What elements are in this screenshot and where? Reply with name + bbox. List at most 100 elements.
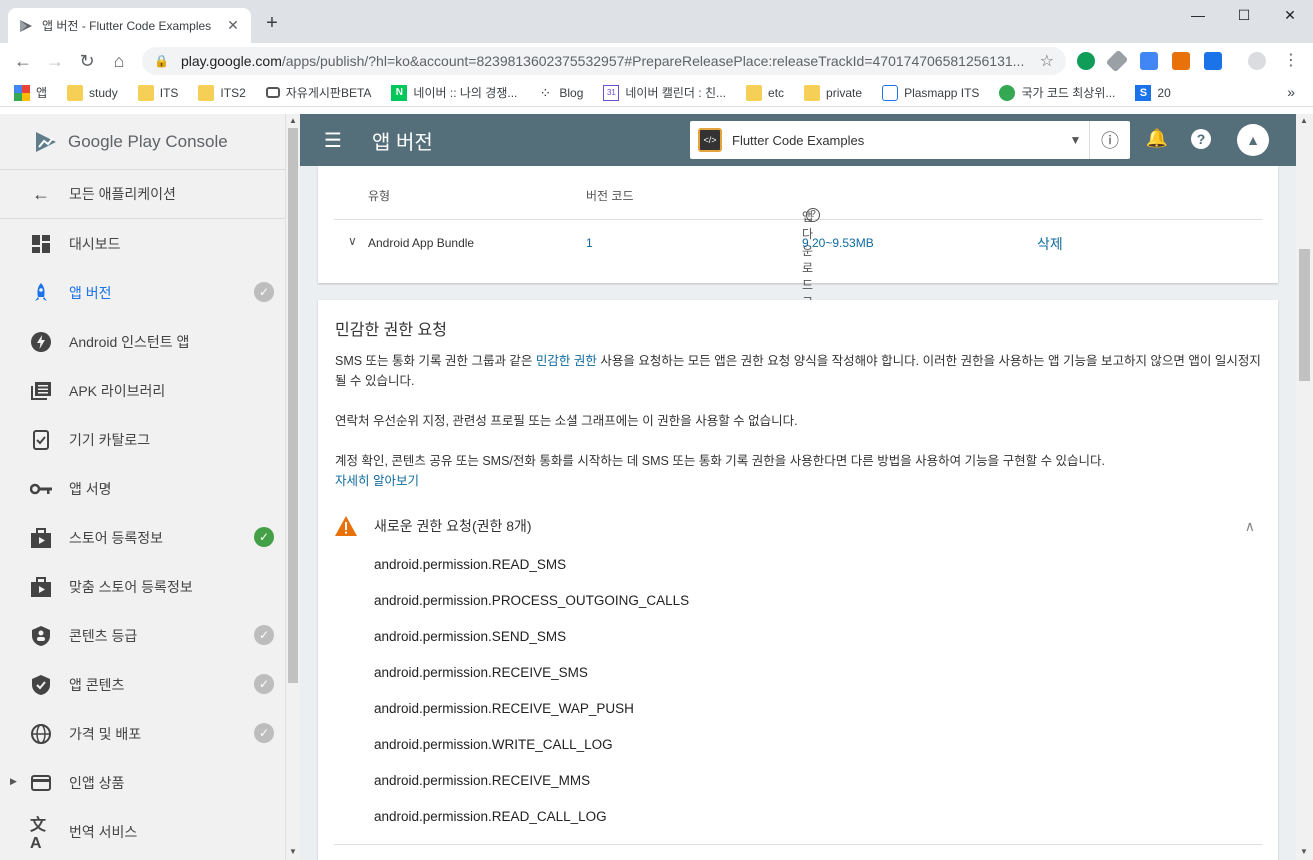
- sidebar-item-pricing[interactable]: 가격 및 배포 ✓: [0, 709, 285, 758]
- bookmark-naver[interactable]: N 네이버 :: 나의 경쟁...: [391, 84, 517, 101]
- card-title: 민감한 권한 요청: [335, 322, 447, 339]
- close-window-icon[interactable]: ✕: [1267, 0, 1313, 30]
- ex-extension-icon[interactable]: [1172, 52, 1190, 70]
- sidebar-item-app-releases[interactable]: 앱 버전 ✓: [0, 268, 285, 317]
- main-content: 유형 버전 코드 앱 다운로드 크기? ∨ Android App Bundle…: [300, 166, 1296, 860]
- content-rating-icon: [30, 625, 52, 647]
- new-tab-button[interactable]: +: [260, 12, 284, 35]
- bundle-version-code: 1: [586, 236, 593, 250]
- notifications-bell-icon[interactable]: 🔔: [1145, 128, 1169, 149]
- tab-close-icon[interactable]: ✕: [225, 17, 241, 34]
- video-extension-icon[interactable]: [1204, 52, 1222, 70]
- sidebar-item-store-listing[interactable]: 스토어 등록정보 ✓: [0, 513, 285, 562]
- scroll-up-arrow-icon[interactable]: ▲: [289, 116, 297, 125]
- permission-item: android.permission.RECEIVE_SMS: [374, 665, 588, 680]
- top-app-bar: ☰ 앱 버전 </> Flutter Code Examples ▼ ⓘ 🔔 ?…: [300, 114, 1300, 166]
- bookmark-calendar[interactable]: 31 네이버 캘린더 : 친...: [603, 84, 726, 101]
- sidebar-item-in-app-products[interactable]: ▶ 인앱 상품: [0, 758, 285, 807]
- folder-icon: [198, 84, 215, 101]
- sidebar-item-app-content[interactable]: 앱 콘텐츠 ✓: [0, 660, 285, 709]
- bookmarks-overflow-button[interactable]: »: [1287, 84, 1295, 100]
- permission-item: android.permission.READ_SMS: [374, 557, 567, 572]
- sensitive-permissions-card: 민감한 권한 요청 SMS 또는 통화 기록 권한 그룹과 같은 민감한 권한 …: [318, 300, 1278, 860]
- address-bar[interactable]: 🔒 play.google.com/apps/publish/?hl=ko&ac…: [142, 47, 1066, 75]
- main-scrollbar[interactable]: ▲ ▼: [1296, 114, 1313, 860]
- profile-icon[interactable]: [1248, 52, 1266, 70]
- bundle-table-header: 유형 버전 코드 앱 다운로드 크기?: [334, 166, 1262, 326]
- flutter-app-icon: </>: [698, 128, 722, 152]
- sidebar-scrollbar[interactable]: ▲ ▼: [285, 114, 300, 860]
- scroll-down-arrow-icon[interactable]: ▼: [1300, 847, 1308, 856]
- bookmark-star-icon[interactable]: ☆: [1040, 51, 1054, 71]
- sidebar-item-translation[interactable]: 文A 번역 서비스: [0, 807, 285, 856]
- sidebar-item-instant-apps[interactable]: Android 인스턴트 앱: [0, 317, 285, 366]
- account-avatar-icon[interactable]: ▲: [1237, 124, 1269, 156]
- bookmark-private[interactable]: private: [804, 84, 862, 101]
- sidebar-item-all-apps[interactable]: ← 모든 애플리케이션: [0, 170, 285, 219]
- folder-icon: [137, 84, 154, 101]
- bookmark-plasmapp[interactable]: Plasmapp ITS: [882, 84, 979, 101]
- expand-arrow-icon[interactable]: ▶: [10, 776, 17, 787]
- browser-menu-icon[interactable]: ⋮: [1282, 52, 1300, 70]
- dropdown-arrow-icon[interactable]: ▼: [1062, 121, 1090, 159]
- collapse-chevron-icon[interactable]: ∧: [1245, 518, 1255, 535]
- device-check-icon: [30, 429, 52, 451]
- tab-title: 앱 버전 - Flutter Code Examples: [42, 19, 212, 33]
- brand-name: Google Play Console: [68, 131, 228, 151]
- bookmark-study[interactable]: study: [67, 84, 118, 101]
- bookmark-its2[interactable]: ITS2: [198, 84, 246, 101]
- bookmark-its[interactable]: ITS: [137, 84, 178, 101]
- minimize-icon[interactable]: —: [1175, 0, 1221, 30]
- sidebar-item-device-catalog[interactable]: 기기 카탈로그: [0, 415, 285, 464]
- forward-icon[interactable]: →: [39, 45, 71, 77]
- app-selector[interactable]: </> Flutter Code Examples ▼ ⓘ: [690, 121, 1130, 159]
- home-icon[interactable]: ⌂: [103, 45, 135, 77]
- help-icon[interactable]: ?: [1189, 128, 1213, 155]
- reload-icon[interactable]: ↻: [71, 45, 103, 77]
- sidebar-scroll-thumb[interactable]: [288, 128, 298, 683]
- back-icon[interactable]: ←: [7, 45, 39, 77]
- folder-icon: [804, 84, 821, 101]
- bookmark-board[interactable]: 자유게시판BETA: [265, 84, 371, 101]
- delete-button[interactable]: 삭제: [1037, 234, 1063, 254]
- completed-check-icon: ✓: [254, 527, 274, 547]
- maximize-icon[interactable]: ☐: [1221, 0, 1267, 30]
- permission-item: android.permission.RECEIVE_MMS: [374, 773, 591, 788]
- blog-icon: ⁘: [539, 84, 552, 101]
- info-icon[interactable]: ⓘ: [1090, 127, 1130, 153]
- bookmark-blog[interactable]: ⁘ Blog: [537, 85, 583, 101]
- sidebar-item-dashboard[interactable]: 대시보드: [0, 219, 285, 268]
- sidebar-item-app-signing[interactable]: 앱 서명: [0, 464, 285, 513]
- folder-icon: [67, 84, 84, 101]
- expand-chevron-icon[interactable]: ∨: [348, 234, 357, 248]
- sensitive-permissions-link[interactable]: 민감한 권한: [536, 354, 597, 368]
- learn-more-link[interactable]: 자세히 알아보기: [335, 471, 1265, 491]
- plasmapp-icon: [882, 84, 899, 101]
- bookmark-country-code[interactable]: 국가 코드 최상위...: [999, 84, 1115, 101]
- bookmark-20[interactable]: S 20: [1135, 84, 1171, 101]
- console-brand[interactable]: Google Play Console: [0, 114, 285, 170]
- extension-green-icon[interactable]: [1077, 52, 1095, 70]
- store-bag-icon: [30, 576, 52, 598]
- permission-item: android.permission.RECEIVE_WAP_PUSH: [374, 701, 634, 716]
- browser-tab[interactable]: 앱 버전 - Flutter Code Examples ✕: [8, 8, 251, 43]
- sidebar-item-apk-library[interactable]: APK 라이브러리: [0, 366, 285, 415]
- divider: [334, 844, 1262, 845]
- bookmark-apps[interactable]: 앱: [14, 84, 47, 101]
- scroll-up-arrow-icon[interactable]: ▲: [1300, 116, 1308, 125]
- bookmark-etc[interactable]: etc: [746, 84, 784, 101]
- permission-item: android.permission.READ_CALL_LOG: [374, 809, 607, 824]
- permissions-alternative-text: 계정 확인, 콘텐츠 공유 또는 SMS/전화 통화를 시작하는 데 SMS 또…: [335, 454, 1106, 468]
- url-text: play.google.com/apps/publish/?hl=ko&acco…: [180, 53, 1025, 69]
- scroll-down-arrow-icon[interactable]: ▼: [289, 847, 297, 856]
- new-permission-requests-header[interactable]: 새로운 권한 요청(권한 8개) ∧: [335, 516, 1265, 536]
- permission-item: android.permission.PROCESS_OUTGOING_CALL…: [374, 593, 690, 608]
- bundle-type: Android App Bundle: [368, 236, 475, 250]
- sidebar-item-content-rating[interactable]: 콘텐츠 등급 ✓: [0, 611, 285, 660]
- translate-extension-icon[interactable]: [1140, 52, 1158, 70]
- hamburger-menu-icon[interactable]: ☰: [324, 128, 348, 153]
- main-scroll-thumb[interactable]: [1299, 249, 1310, 381]
- sidebar-item-custom-store-listing[interactable]: 맞춤 스토어 등록정보: [0, 562, 285, 611]
- lock-icon: 🔒: [154, 54, 169, 68]
- play-console-logo-icon: [36, 131, 56, 152]
